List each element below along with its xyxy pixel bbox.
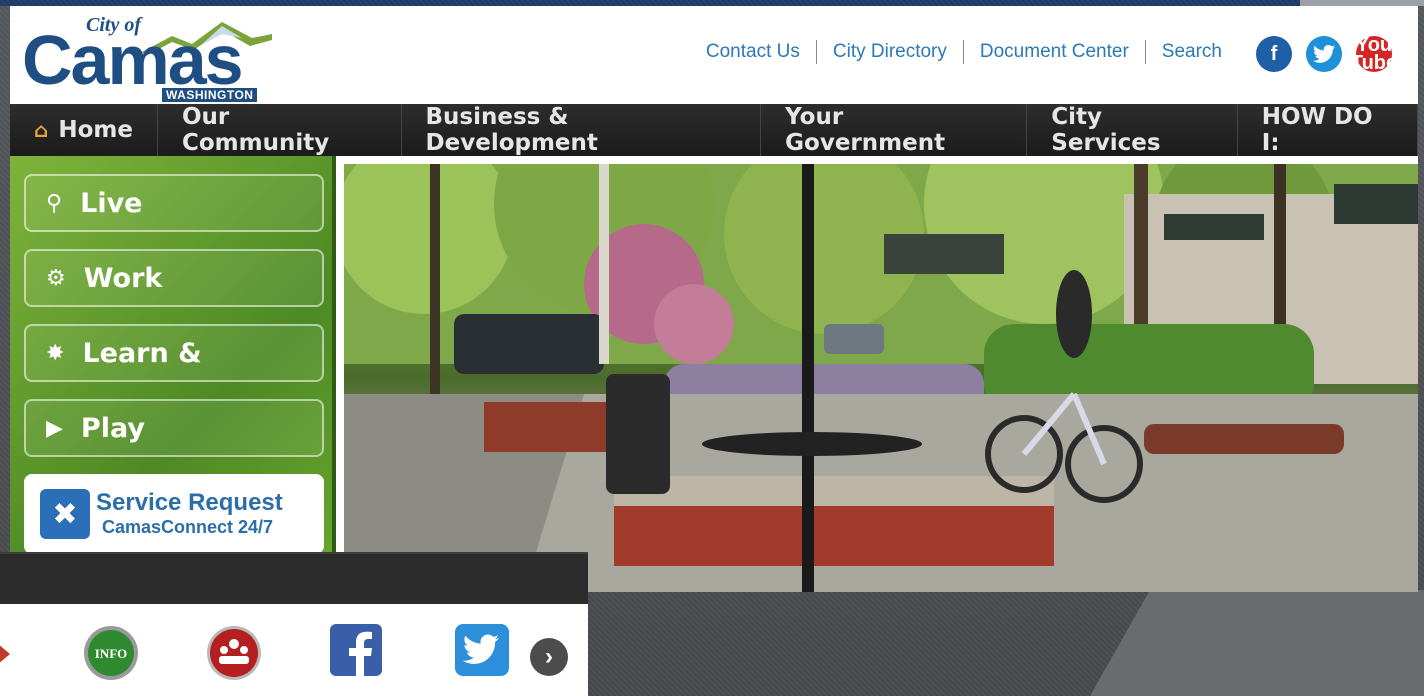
document-center-link[interactable]: Document Center <box>962 40 1145 64</box>
nav-item-our-community[interactable]: Our Community <box>158 104 402 156</box>
tools-icon: ✖ <box>40 489 90 539</box>
live-label: Live <box>80 187 143 219</box>
service-request-title: Service Request <box>96 489 283 516</box>
app-icon-strip: INFO <box>0 604 588 696</box>
play-icon: ▶ <box>46 415 63 441</box>
nav-item-label: Your Government <box>785 104 946 156</box>
twitter-icon[interactable] <box>1306 36 1342 72</box>
play-button[interactable]: ▶ Play <box>24 399 324 457</box>
home-icon: ⌂ <box>34 118 49 142</box>
logo-state: WASHINGTON <box>162 88 258 102</box>
facebook-icon[interactable] <box>330 624 388 682</box>
twitter-icon[interactable] <box>455 624 513 682</box>
streetscape-illustration <box>344 164 1418 592</box>
green-side-panel: ⚲ Live ⚙ Work ✸ Learn & ▶ Play ✖ Service… <box>10 156 336 592</box>
learn-button[interactable]: ✸ Learn & <box>24 324 324 382</box>
nav-item-label: City Services <box>1051 104 1161 156</box>
gear-icon: ⚙ <box>46 265 66 291</box>
nav-item-your-government[interactable]: Your Government <box>761 104 1028 156</box>
hero-photo <box>344 164 1418 592</box>
nav-item-business-development[interactable]: Business & Development <box>402 104 762 156</box>
utility-links: Contact Us City Directory Document Cente… <box>690 40 1238 64</box>
nav-item-city-services[interactable]: City Services <box>1027 104 1238 156</box>
search-link[interactable]: Search <box>1144 40 1238 64</box>
facebook-icon[interactable]: f <box>1256 36 1292 72</box>
meeting-icon[interactable] <box>205 624 263 682</box>
main-nav: ⌂ Home Our Community Business & Developm… <box>10 104 1418 156</box>
nav-item-label: Business & Development <box>425 104 598 156</box>
nav-item-home[interactable]: ⌂ Home <box>10 104 158 156</box>
website-screenshot: City of Camas WASHINGTON Contact Us City… <box>10 6 1418 592</box>
live-button[interactable]: ⚲ Live <box>24 174 324 232</box>
info-icon[interactable]: INFO <box>82 624 140 682</box>
lightbulb-icon: ✸ <box>46 340 65 366</box>
work-label: Work <box>83 262 163 294</box>
nav-item-label: Our Community <box>181 104 330 156</box>
next-arrow-button[interactable]: › <box>530 638 568 676</box>
youtube-icon[interactable]: You Tube <box>1350 35 1398 74</box>
work-button[interactable]: ⚙ Work <box>24 249 324 307</box>
youtube-tube: Tube <box>1350 52 1398 74</box>
learn-label: Learn & <box>82 337 202 369</box>
site-header: City of Camas WASHINGTON Contact Us City… <box>10 6 1418 104</box>
camas-logo[interactable]: City of Camas WASHINGTON <box>22 12 272 102</box>
play-label: Play <box>80 412 145 444</box>
background-wedge <box>1090 590 1424 696</box>
partial-app-icon[interactable] <box>0 624 44 682</box>
location-pin-icon: ⚲ <box>46 190 63 216</box>
city-directory-link[interactable]: City Directory <box>815 40 963 64</box>
service-request-subtitle: CamasConnect 24/7 <box>102 517 274 537</box>
nav-item-how-do-i[interactable]: HOW DO I: <box>1238 104 1418 156</box>
service-request-button[interactable]: ✖ Service Request CamasConnect 24/7 <box>24 474 324 554</box>
nav-item-label: HOW DO I: <box>1261 104 1373 156</box>
nav-item-label: Home <box>58 117 133 143</box>
overlay-app-bar <box>0 552 588 604</box>
social-links: f You Tube <box>1256 35 1398 74</box>
contact-us-link[interactable]: Contact Us <box>690 40 816 64</box>
info-label: INFO <box>95 646 128 661</box>
